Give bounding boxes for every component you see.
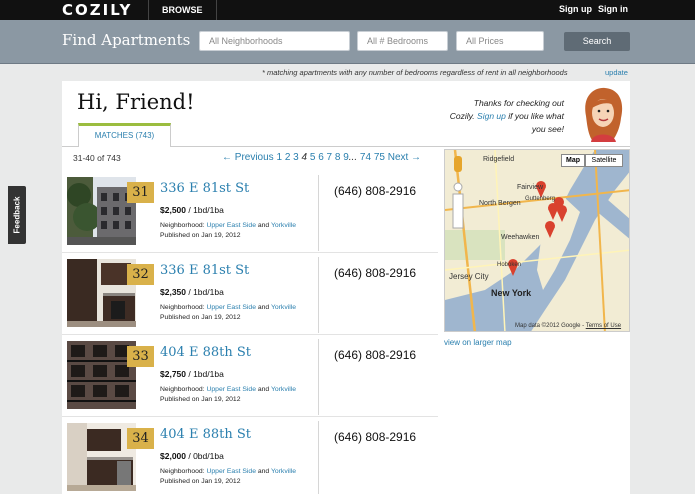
listing-price: $2,350 / 1bd/1ba: [160, 287, 224, 297]
view-larger-map-link[interactable]: view on larger map: [444, 338, 512, 347]
listing-photo[interactable]: [67, 341, 136, 409]
listing-phone: (646) 808-2916: [334, 266, 417, 280]
neighborhood-link[interactable]: Yorkville: [271, 222, 296, 229]
neighborhood-link[interactable]: Upper East Side: [206, 304, 256, 311]
listing-row: 34 404 E 88th St $2,000 / 0bd/1ba Neighb…: [62, 417, 438, 494]
neighborhood-link[interactable]: Upper East Side: [206, 386, 256, 393]
listing-price: $2,000 / 0bd/1ba: [160, 451, 224, 461]
listing-meta: Neighborhood: Upper East Side and Yorkvi…: [160, 386, 297, 403]
greeting-heading: Hi, Friend!: [77, 90, 195, 114]
update-link[interactable]: update: [605, 68, 628, 77]
find-apartments-title: Find Apartments: [62, 31, 191, 49]
search-note: * matching apartments with any number of…: [262, 68, 568, 77]
map[interactable]: Map Satellite Ridgefield Fairview North …: [444, 149, 630, 332]
previous-page-link[interactable]: ← Previous: [222, 152, 274, 163]
column-divider: [318, 257, 319, 333]
map-label: Jersey City: [449, 272, 489, 281]
page-link[interactable]: 1: [276, 152, 282, 163]
listing-number-badge: 31: [127, 182, 154, 203]
column-divider: [318, 339, 319, 415]
feedback-label: Feedback: [12, 196, 22, 234]
browse-link[interactable]: BROWSE: [148, 0, 217, 20]
page-link[interactable]: 2: [285, 152, 291, 163]
listing-row: 32 336 E 81st St $2,350 / 1bd/1ba Neighb…: [62, 253, 438, 335]
listing-photo[interactable]: [67, 177, 136, 245]
page-link[interactable]: 5: [310, 152, 316, 163]
map-label: Hoboken: [497, 262, 522, 268]
current-page: 4: [301, 152, 308, 163]
logo[interactable]: COZILY: [62, 1, 132, 19]
listing-photo[interactable]: [67, 259, 136, 327]
page-link[interactable]: 74: [360, 152, 371, 163]
price-select[interactable]: All Prices: [456, 31, 544, 51]
listing-photo[interactable]: [67, 423, 136, 491]
neighborhood-link[interactable]: Yorkville: [271, 304, 296, 311]
listing-price: $2,750 / 1bd/1ba: [160, 369, 224, 379]
bedrooms-select[interactable]: All # Bedrooms: [357, 31, 448, 51]
sign-up-link[interactable]: Sign up: [559, 4, 592, 14]
search-bar: Find Apartments All Neighborhoods All # …: [0, 20, 695, 64]
listing-address-link[interactable]: 404 E 88th St: [160, 427, 251, 442]
listing-phone: (646) 808-2916: [334, 348, 417, 362]
page-link[interactable]: 6: [318, 152, 324, 163]
satellite-button[interactable]: Satellite: [585, 154, 623, 167]
listing-phone: (646) 808-2916: [334, 184, 417, 198]
feedback-tab[interactable]: Feedback: [8, 186, 26, 244]
map-label: New York: [491, 288, 532, 298]
map-button[interactable]: Map: [561, 154, 585, 167]
avatar: [585, 87, 623, 142]
map-terms-link[interactable]: Terms of Use: [586, 323, 621, 329]
map-label: Ridgefield: [483, 156, 515, 163]
published-date: Published on Jan 19, 2012: [160, 232, 241, 239]
listing-address-link[interactable]: 404 E 88th St: [160, 345, 251, 360]
results-card: Hi, Friend! MATCHES (743) Thanks for che…: [62, 81, 630, 494]
pegman-icon[interactable]: [454, 156, 462, 172]
listing-phone: (646) 808-2916: [334, 430, 417, 444]
top-nav: COZILY BROWSE Sign up Sign in: [0, 0, 695, 20]
listing-address-link[interactable]: 336 E 81st St: [160, 263, 249, 278]
listing-meta: Neighborhood: Upper East Side and Yorkvi…: [160, 304, 297, 321]
page-link[interactable]: 3: [293, 152, 299, 163]
listing-row: 31 336 E 81st St $2,500 / 1bd/1ba Neighb…: [62, 171, 438, 253]
signup-inline-link[interactable]: Sign up: [477, 111, 506, 121]
column-divider: [318, 421, 319, 494]
neighborhood-link[interactable]: Yorkville: [271, 468, 296, 475]
column-divider: [318, 175, 319, 251]
published-date: Published on Jan 19, 2012: [160, 314, 241, 321]
map-canvas[interactable]: [445, 150, 630, 332]
pagination: ← Previous 1 2 3 4 5 6 7 8 9... 74 75 Ne…: [222, 152, 421, 163]
neighborhood-select[interactable]: All Neighborhoods: [199, 31, 350, 51]
listing-address-link[interactable]: 336 E 81st St: [160, 181, 249, 196]
map-label: Fairview: [517, 184, 544, 191]
listing-meta: Neighborhood: Upper East Side and Yorkvi…: [160, 468, 297, 485]
map-label: Weehawken: [501, 234, 540, 241]
map-label: Guttenberg: [525, 196, 556, 202]
thanks-message: Thanks for checking out Cozily. Sign up …: [449, 98, 564, 134]
page-link[interactable]: 75: [374, 152, 385, 163]
map-label: North Bergen: [479, 200, 521, 207]
listing-number-badge: 32: [127, 264, 154, 285]
results-count: 31-40 of 743: [73, 153, 121, 163]
page-link[interactable]: 8: [335, 152, 341, 163]
listing-number-badge: 34: [127, 428, 154, 449]
listing-row: 33 404 E 88th St $2,750 / 1bd/1ba Neighb…: [62, 335, 438, 417]
page-link[interactable]: 7: [327, 152, 333, 163]
listing-meta: Neighborhood: Upper East Side and Yorkvi…: [160, 222, 297, 239]
neighborhood-link[interactable]: Yorkville: [271, 386, 296, 393]
neighborhood-link[interactable]: Upper East Side: [206, 222, 256, 229]
neighborhood-link[interactable]: Upper East Side: [206, 468, 256, 475]
listing-number-badge: 33: [127, 346, 154, 367]
search-button[interactable]: Search: [564, 32, 630, 51]
next-page-link[interactable]: Next →: [388, 152, 421, 163]
published-date: Published on Jan 19, 2012: [160, 396, 241, 403]
map-credit: Map data ©2012 Google - Terms of Use: [515, 323, 622, 329]
published-date: Published on Jan 19, 2012: [160, 478, 241, 485]
tab-matches[interactable]: MATCHES (743): [78, 123, 171, 147]
page-ellipsis: ...: [348, 152, 358, 163]
sign-in-link[interactable]: Sign in: [598, 4, 628, 14]
listing-price: $2,500 / 1bd/1ba: [160, 205, 224, 215]
